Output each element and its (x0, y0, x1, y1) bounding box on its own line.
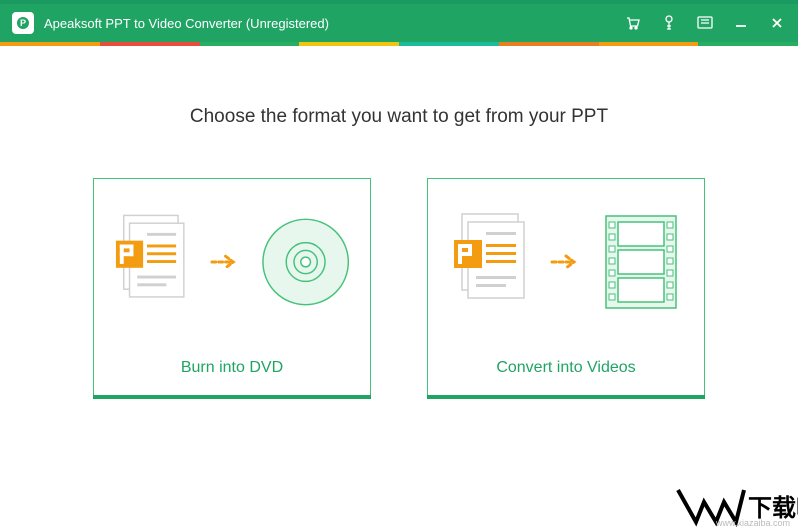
titlebar: P Apeaksoft PPT to Video Converter (Unre… (0, 4, 798, 42)
burn-dvd-option[interactable]: Burn into DVD (93, 178, 371, 396)
ppt-document-icon (452, 212, 530, 312)
convert-video-option[interactable]: Convert into Videos (427, 178, 705, 396)
app-logo-icon: P (12, 12, 34, 34)
page-heading: Choose the format you want to get from y… (40, 106, 758, 128)
cart-icon[interactable] (624, 14, 642, 32)
arrow-right-icon (550, 252, 582, 272)
format-options: Burn into DVD (40, 178, 758, 396)
main-content: Choose the format you want to get from y… (0, 46, 798, 436)
card-body (428, 179, 704, 345)
window-controls (624, 14, 786, 32)
watermark-url: www.xiazaiba.com (716, 518, 790, 528)
card-body (94, 179, 370, 345)
option-label: Burn into DVD (94, 345, 370, 395)
video-film-icon (602, 212, 680, 312)
dvd-disc-icon (261, 216, 350, 308)
svg-text:P: P (20, 18, 26, 28)
close-button[interactable] (768, 14, 786, 32)
option-label: Convert into Videos (428, 345, 704, 395)
key-icon[interactable] (660, 14, 678, 32)
accent-stripe (0, 42, 798, 46)
ppt-document-icon (114, 212, 190, 312)
arrow-right-icon (210, 252, 241, 272)
minimize-button[interactable] (732, 14, 750, 32)
menu-icon[interactable] (696, 14, 714, 32)
app-title: Apeaksoft PPT to Video Converter (Unregi… (44, 16, 624, 31)
